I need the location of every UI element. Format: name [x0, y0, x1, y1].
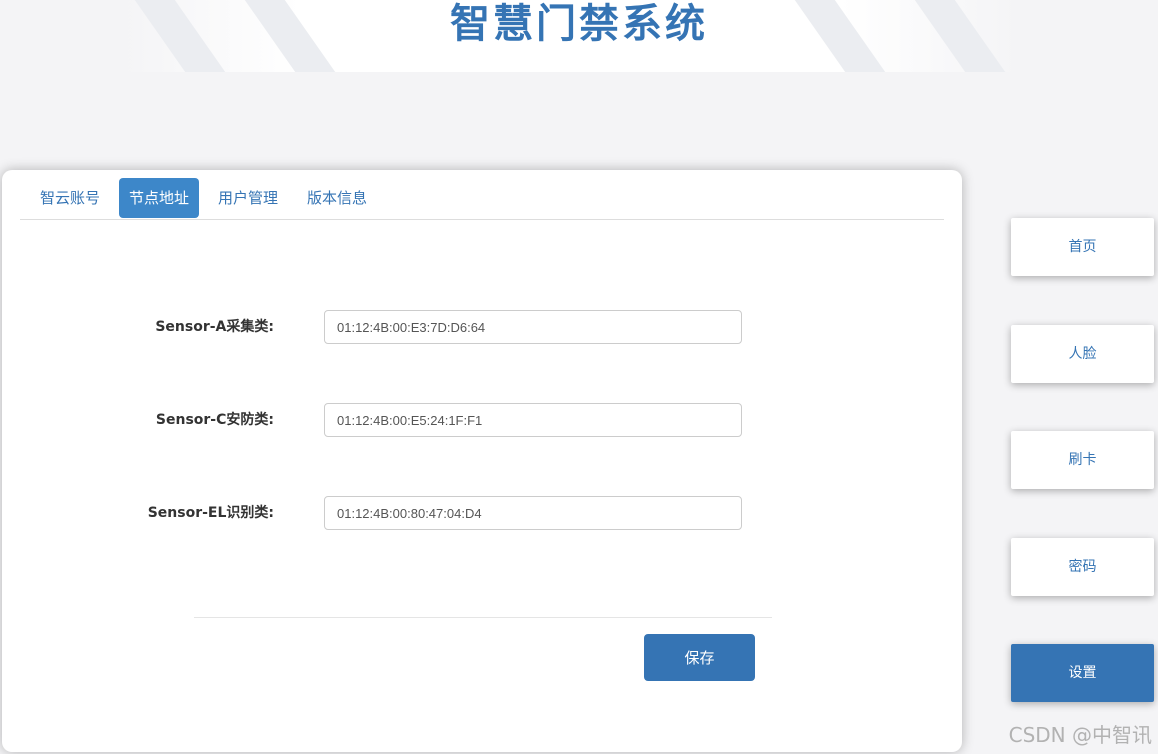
tab-bar: 智云账号 节点地址 用户管理 版本信息: [20, 178, 944, 220]
form-row-sensor-a: Sensor-A采集类:: [2, 310, 962, 344]
watermark: CSDN @中智讯: [1008, 723, 1152, 747]
page-title: 智慧门禁系统: [450, 1, 708, 47]
settings-panel: 智云账号 节点地址 用户管理 版本信息 Sensor-A采集类: Sensor-…: [2, 170, 962, 752]
save-button[interactable]: 保存: [644, 634, 755, 681]
sensor-c-address-input[interactable]: [324, 403, 742, 437]
sensor-a-label: Sensor-A采集类:: [155, 319, 274, 335]
tab-user-management[interactable]: 用户管理: [208, 178, 288, 218]
tab-zhiyun-account[interactable]: 智云账号: [30, 178, 110, 218]
nav-home-button[interactable]: 首页: [1011, 218, 1154, 276]
sensor-c-label: Sensor-C安防类:: [155, 412, 274, 428]
sensor-el-address-input[interactable]: [324, 496, 742, 530]
nav-settings-button[interactable]: 设置: [1011, 644, 1154, 702]
form-divider: [194, 617, 772, 618]
nav-card-button[interactable]: 刷卡: [1011, 431, 1154, 489]
form-row-sensor-el: Sensor-EL识别类:: [2, 496, 962, 530]
sensor-a-address-input[interactable]: [324, 310, 742, 344]
form-row-sensor-c: Sensor-C安防类:: [2, 403, 962, 437]
tab-node-address[interactable]: 节点地址: [119, 178, 200, 218]
sensor-el-label: Sensor-EL识别类:: [147, 505, 274, 521]
nav-face-button[interactable]: 人脸: [1011, 325, 1154, 383]
tab-version-info[interactable]: 版本信息: [297, 178, 377, 218]
nav-password-button[interactable]: 密码: [1011, 538, 1154, 596]
